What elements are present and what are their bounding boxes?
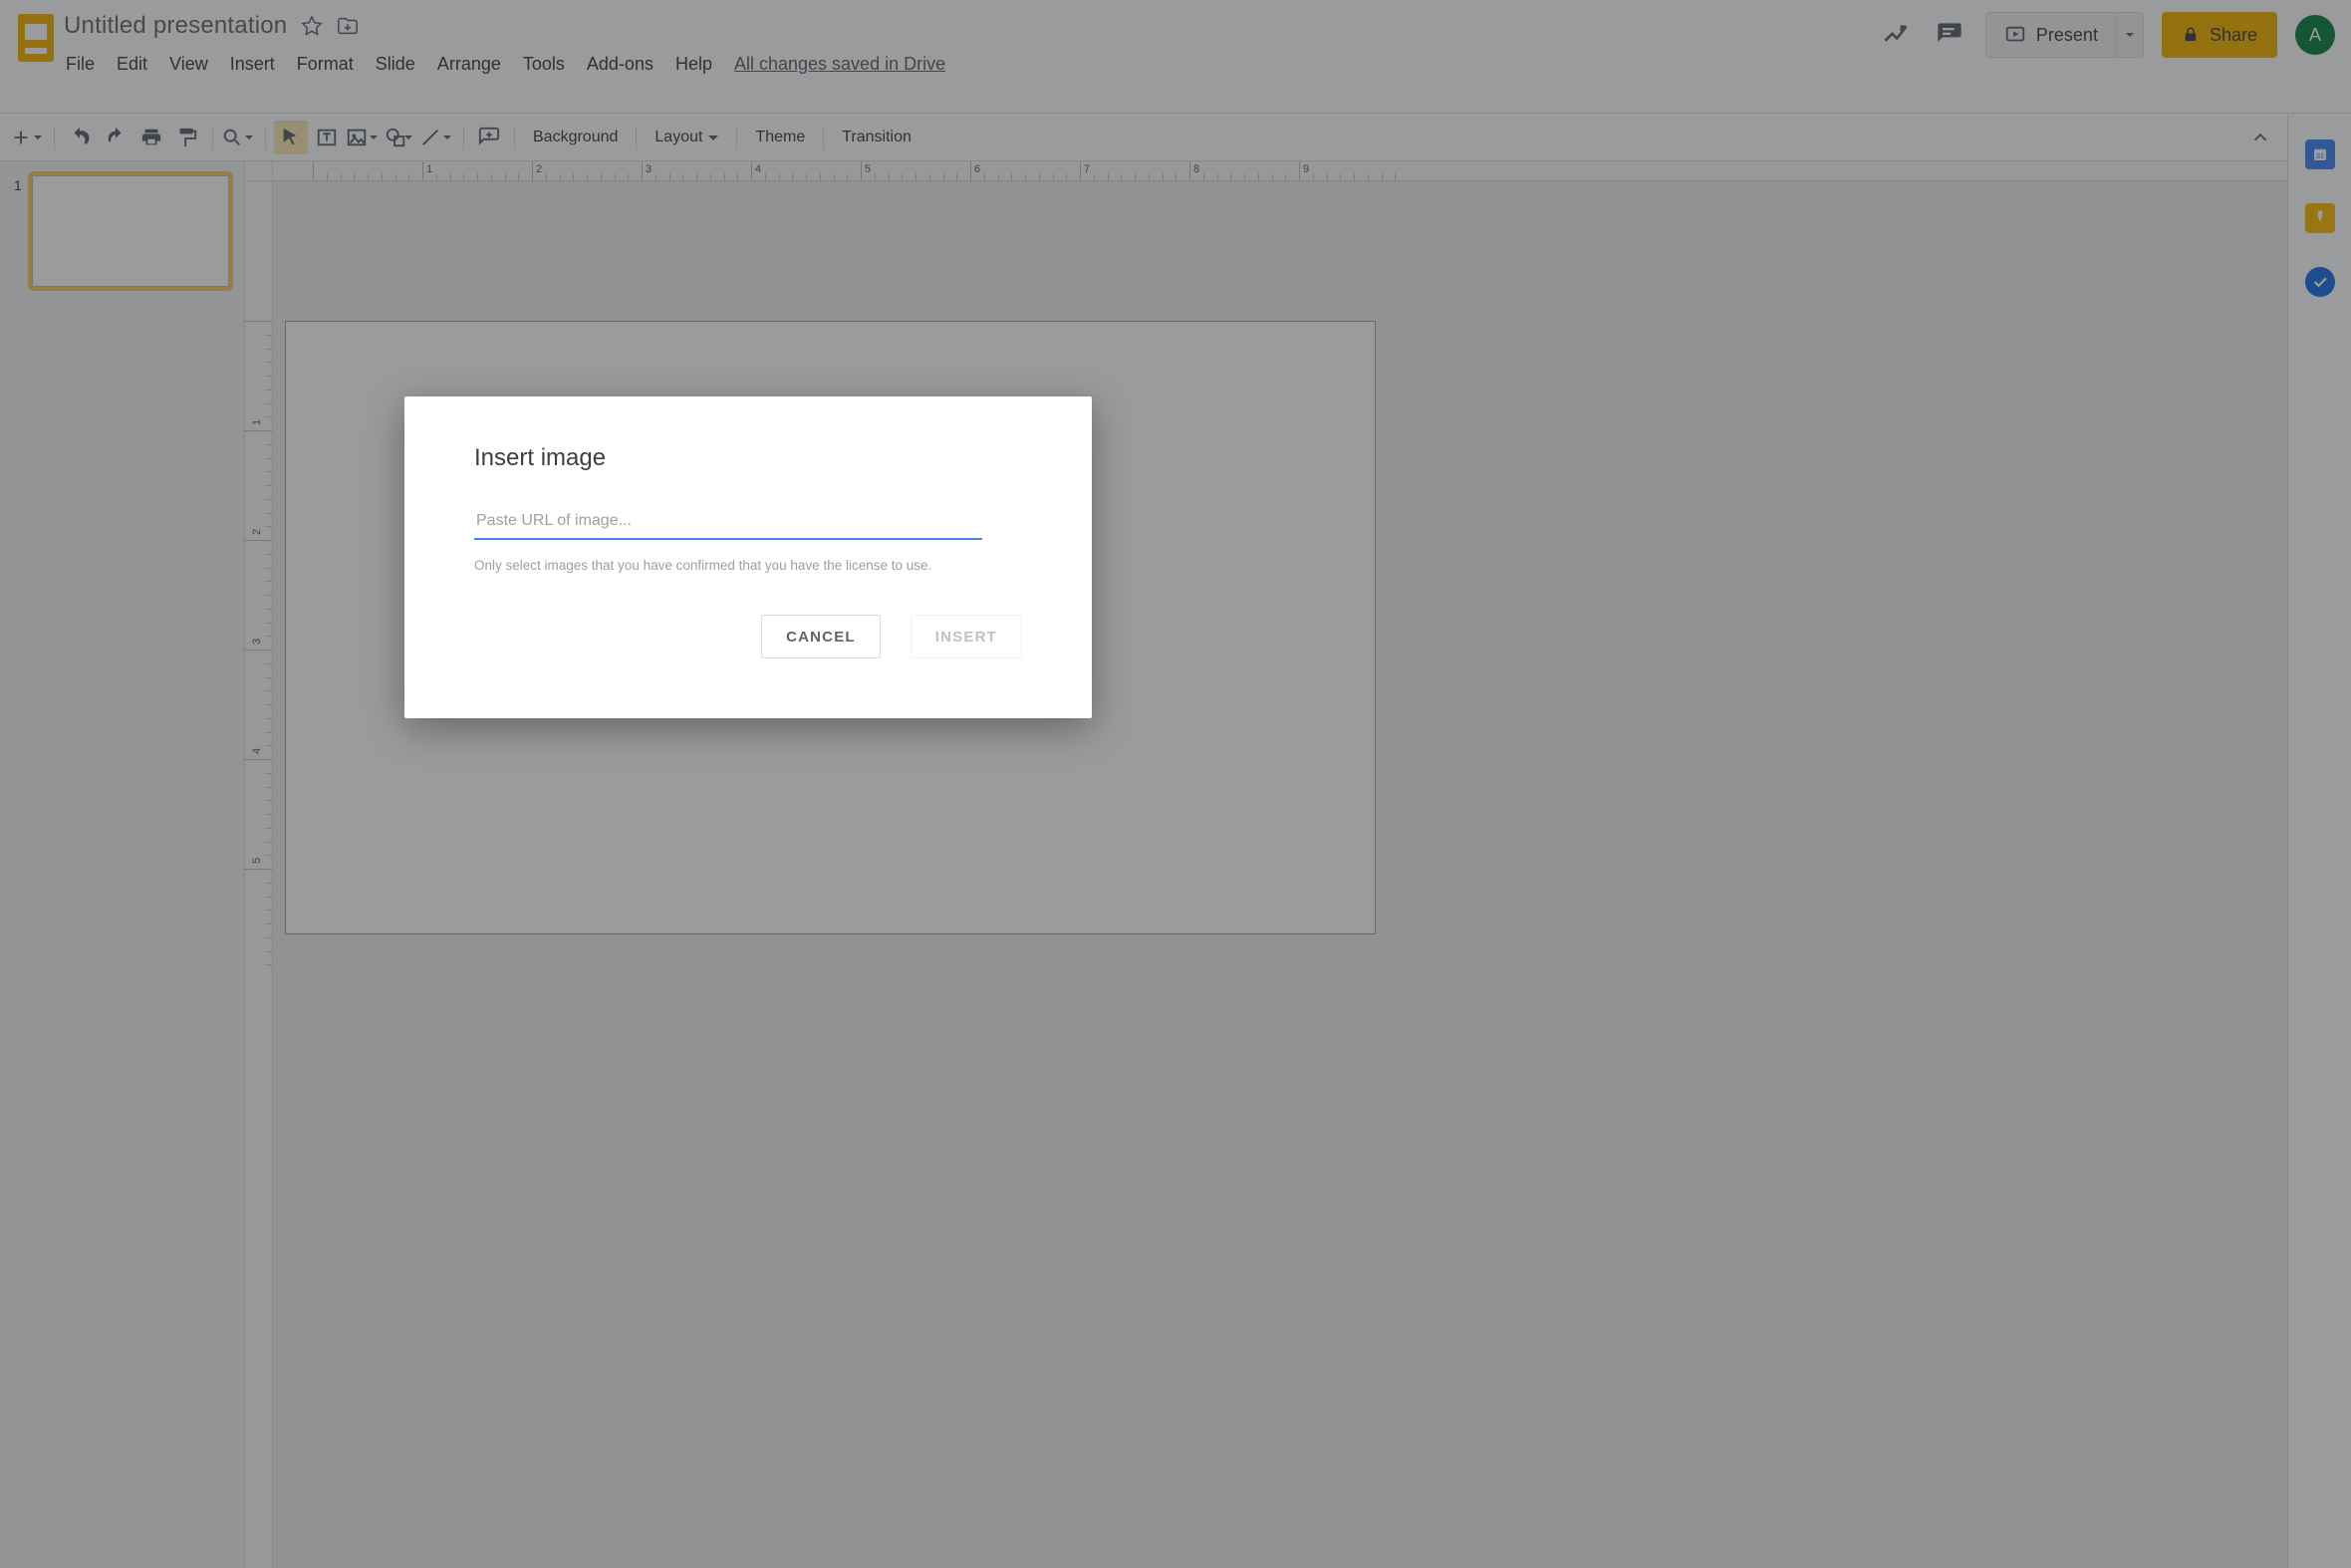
- insert-button[interactable]: INSERT: [911, 615, 1022, 658]
- image-url-input[interactable]: [474, 506, 982, 540]
- cancel-button[interactable]: CANCEL: [761, 615, 881, 658]
- dialog-title: Insert image: [474, 444, 1022, 472]
- insert-image-dialog: Insert image Only select images that you…: [404, 396, 1092, 718]
- dialog-actions: CANCEL INSERT: [474, 615, 1022, 658]
- modal-overlay[interactable]: Insert image Only select images that you…: [0, 0, 2351, 1568]
- dialog-hint: Only select images that you have confirm…: [474, 558, 1022, 573]
